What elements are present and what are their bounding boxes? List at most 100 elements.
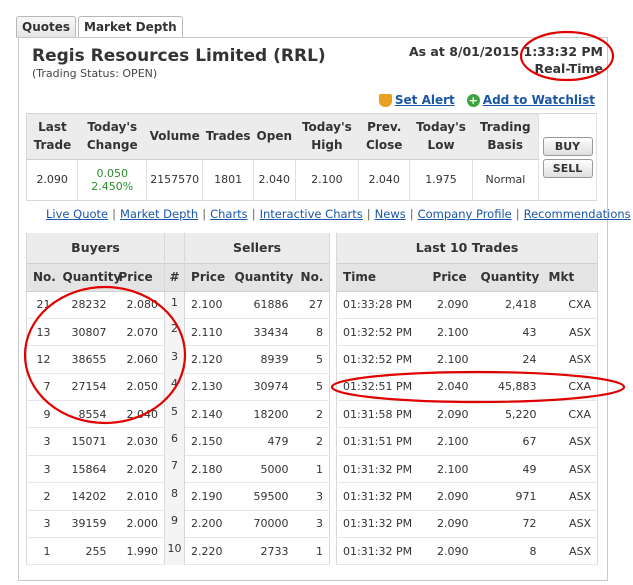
seller-price: 2.140	[184, 400, 229, 429]
buyer-quantity: 14202	[56, 482, 113, 511]
depth-row: 2 14202 2.010 8 2.190 59500 3 01:31:32 PM 2.090 9…	[26, 482, 599, 511]
quote-actions: Set Alert + Add to Watchlist	[378, 93, 595, 107]
col-level-number: #	[164, 262, 185, 292]
quote-summary-table: Last Trade Today's Change Volume Trades …	[26, 113, 597, 201]
level-number: 5	[164, 400, 186, 428]
seller-count: 5	[294, 373, 331, 402]
buyer-quantity: 255	[56, 537, 113, 566]
last-trades-header: Last 10 Trades	[336, 233, 599, 263]
seller-count: 8	[294, 318, 331, 347]
seller-price: 2.190	[184, 482, 229, 511]
buyer-count: 12	[26, 345, 57, 374]
buyer-price: 2.060	[112, 345, 166, 374]
seller-count: 3	[294, 510, 331, 539]
nav-news[interactable]: News	[375, 207, 406, 221]
trade-quantity: 24	[474, 345, 543, 374]
seller-quantity: 5000	[228, 455, 295, 484]
nav-interactive-charts[interactable]: Interactive Charts	[260, 207, 363, 221]
seller-quantity: 30974	[228, 373, 295, 402]
tab-market-depth[interactable]: Market Depth	[78, 16, 183, 38]
trade-quantity: 49	[474, 455, 543, 484]
trade-quantity: 5,220	[474, 400, 543, 429]
seller-quantity: 479	[228, 427, 295, 456]
nav-live-quote[interactable]: Live Quote	[46, 207, 108, 221]
nav-recommendations[interactable]: Recommendations	[524, 207, 631, 221]
trade-market: ASX	[542, 455, 599, 484]
col-trade-market: Mkt	[542, 262, 599, 292]
seller-quantity: 70000	[228, 510, 295, 539]
tab-bar: Quotes Market Depth	[16, 16, 185, 38]
level-number: 10	[164, 537, 186, 565]
buyer-count: 21	[26, 291, 57, 319]
seller-quantity: 8939	[228, 345, 295, 374]
header-todays-high: Today's High	[295, 113, 359, 160]
col-seller-price: Price	[184, 262, 229, 292]
seller-count: 5	[294, 345, 331, 374]
trade-price: 2.100	[426, 345, 475, 374]
buyer-count: 3	[26, 427, 57, 456]
trade-price: 2.090	[426, 291, 475, 319]
seller-quantity: 61886	[228, 291, 295, 319]
buyer-count: 3	[26, 510, 57, 539]
trade-quantity: 72	[474, 510, 543, 539]
level-number: 4	[164, 373, 186, 401]
header-open: Open	[253, 113, 296, 160]
depth-row: 21 28232 2.080 1 2.100 61886 27 01:33:28 PM 2.09…	[26, 291, 599, 319]
trade-quantity: 971	[474, 482, 543, 511]
buyer-count: 9	[26, 400, 57, 429]
buyer-price: 2.010	[112, 482, 166, 511]
trades-value: 1801	[202, 159, 255, 201]
volume-value: 2157570	[146, 159, 204, 201]
buyer-quantity: 39159	[56, 510, 113, 539]
level-number: 3	[164, 345, 186, 374]
market-depth-table: Buyers Sellers Last 10 Trades No. Quanti…	[25, 233, 599, 566]
realtime-label: Real-Time	[534, 61, 604, 76]
trade-time: 01:31:32 PM	[336, 482, 427, 511]
buyers-header: Buyers	[25, 233, 166, 263]
trade-market: CXA	[542, 400, 599, 429]
add-to-watchlist-link[interactable]: Add to Watchlist	[483, 93, 595, 107]
trade-price: 2.040	[426, 373, 475, 402]
trade-market: ASX	[542, 537, 599, 566]
nav-company-profile[interactable]: Company Profile	[418, 207, 512, 221]
header-trades: Trades	[202, 113, 254, 160]
seller-quantity: 33434	[228, 318, 295, 347]
seller-count: 2	[294, 400, 331, 429]
seller-price: 2.150	[184, 427, 229, 456]
trade-market: ASX	[542, 318, 599, 347]
buyer-count: 1	[26, 537, 57, 566]
trade-quantity: 67	[474, 427, 543, 456]
trade-quantity: 8	[474, 537, 543, 566]
trade-time: 01:31:58 PM	[336, 400, 427, 429]
header-prev-close: Prev. Close	[358, 113, 410, 160]
plus-circle-icon: +	[466, 93, 480, 107]
open-value: 2.040	[253, 159, 296, 201]
header-last-trade: Last Trade	[26, 113, 78, 160]
set-alert-link[interactable]: Set Alert	[395, 93, 455, 107]
trade-time: 01:31:32 PM	[336, 455, 427, 484]
col-seller-no: No.	[294, 262, 331, 292]
depth-row: 1 255 1.990 10 2.220 2733 1 01:31:32 PM 2.090 8 AS…	[26, 537, 599, 566]
seller-quantity: 59500	[228, 482, 295, 511]
trade-time: 01:31:32 PM	[336, 510, 427, 539]
seller-price: 2.110	[184, 318, 229, 347]
nav-market-depth[interactable]: Market Depth	[120, 207, 198, 221]
level-number: 7	[164, 455, 186, 483]
seller-price: 2.200	[184, 510, 229, 539]
level-number: 6	[164, 427, 186, 456]
buyer-count: 2	[26, 482, 57, 511]
sellers-header: Sellers	[184, 233, 331, 263]
seller-price: 2.130	[184, 373, 229, 402]
trade-price: 2.090	[426, 400, 475, 429]
header-trading-basis: Trading Basis	[472, 113, 539, 160]
seller-count: 27	[294, 291, 331, 319]
buyer-price: 2.000	[112, 510, 166, 539]
nav-charts[interactable]: Charts	[210, 207, 248, 221]
seller-price: 2.100	[184, 291, 229, 319]
buy-button[interactable]: BUY	[542, 136, 593, 156]
tab-quotes[interactable]: Quotes	[16, 16, 77, 38]
buyer-quantity: 15864	[56, 455, 113, 484]
sell-button[interactable]: SELL	[542, 158, 593, 178]
trading-basis-value: Normal	[472, 159, 540, 201]
buyer-price: 2.040	[112, 400, 166, 429]
